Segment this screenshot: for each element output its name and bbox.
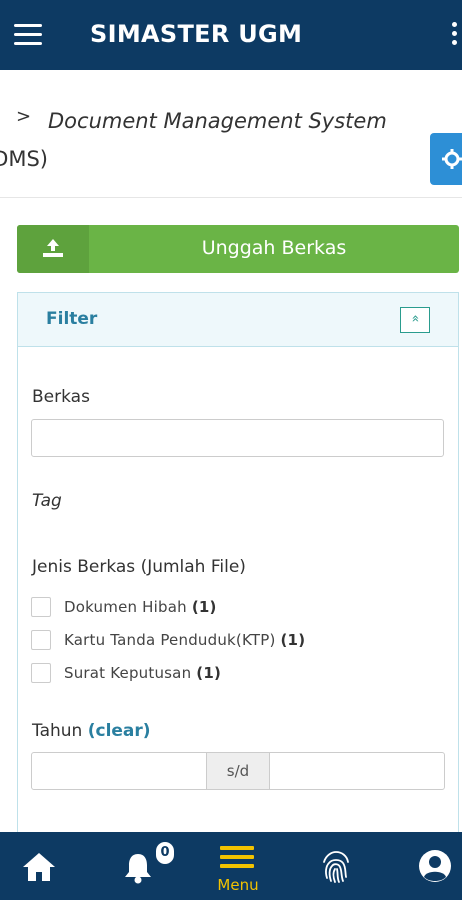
nav-menu[interactable]: Menu <box>210 832 266 900</box>
upload-button-label: Unggah Berkas <box>201 237 347 259</box>
menu-icon <box>220 846 254 873</box>
checkbox[interactable] <box>31 630 51 650</box>
tahun-label: Tahun <box>32 721 83 741</box>
nav-fingerprint[interactable] <box>318 832 358 900</box>
nav-profile[interactable] <box>416 832 456 900</box>
upload-icon-box <box>17 225 89 273</box>
checkbox-text: Surat Keputusan <box>64 664 192 682</box>
nav-notifications[interactable]: 0 <box>118 832 174 900</box>
collapse-button[interactable]: « <box>400 307 430 333</box>
berkas-input[interactable] <box>31 419 444 457</box>
tag-label: Tag <box>32 491 62 511</box>
home-icon <box>23 853 55 881</box>
notification-badge: 0 <box>156 842 174 864</box>
filter-panel-header: Filter « <box>18 293 458 347</box>
range-separator: s/d <box>207 752 269 790</box>
checkbox-label: Kartu Tanda Penduduk(KTP) (1) <box>64 631 305 649</box>
checkbox-label: Dokumen Hibah (1) <box>64 598 217 616</box>
bottom-nav: 0 Menu <box>0 832 462 900</box>
upload-button[interactable]: Unggah Berkas <box>17 225 459 273</box>
menu-label: Menu <box>217 876 259 894</box>
checkbox[interactable] <box>31 597 51 617</box>
page-title-main: Document Management System <box>48 109 387 133</box>
bell-icon <box>125 854 151 884</box>
app-bar: SIMASTER UGM <box>0 0 462 70</box>
settings-button[interactable] <box>430 133 462 185</box>
checkbox[interactable] <box>31 663 51 683</box>
kebab-menu-icon[interactable] <box>452 22 460 48</box>
filter-title: Filter <box>46 309 98 329</box>
hamburger-icon[interactable] <box>14 24 42 46</box>
checkbox-text: Dokumen Hibah <box>64 598 187 616</box>
page-title-suffix: (DMS) <box>0 147 49 171</box>
app-title: SIMASTER UGM <box>90 20 303 48</box>
filter-panel: Filter « Berkas Tag Jenis Berkas (Jumlah… <box>17 292 459 852</box>
upload-icon <box>43 239 63 257</box>
berkas-label: Berkas <box>32 387 90 407</box>
gear-icon <box>442 149 462 169</box>
jenis-berkas-label: Jenis Berkas (Jumlah File) <box>32 557 246 577</box>
nav-home[interactable] <box>20 832 60 900</box>
year-from-input[interactable] <box>31 752 207 790</box>
file-count: (1) <box>196 664 222 682</box>
user-icon <box>419 850 451 882</box>
year-to-input[interactable] <box>269 752 445 790</box>
checkbox-label: Surat Keputusan (1) <box>64 664 221 682</box>
page-title: Document Management System (DMS) <box>0 102 426 178</box>
checkbox-text: Kartu Tanda Penduduk(KTP) <box>64 631 276 649</box>
fingerprint-icon <box>323 851 349 883</box>
collapse-up-icon: « <box>407 314 423 323</box>
year-range: s/d <box>31 752 445 790</box>
file-count: (1) <box>280 631 306 649</box>
file-count: (1) <box>191 598 217 616</box>
clear-link[interactable]: (clear) <box>88 721 151 741</box>
breadcrumb: > Document Management System(DMS) <box>0 70 462 198</box>
tahun-label-row: Tahun (clear) <box>32 721 151 741</box>
